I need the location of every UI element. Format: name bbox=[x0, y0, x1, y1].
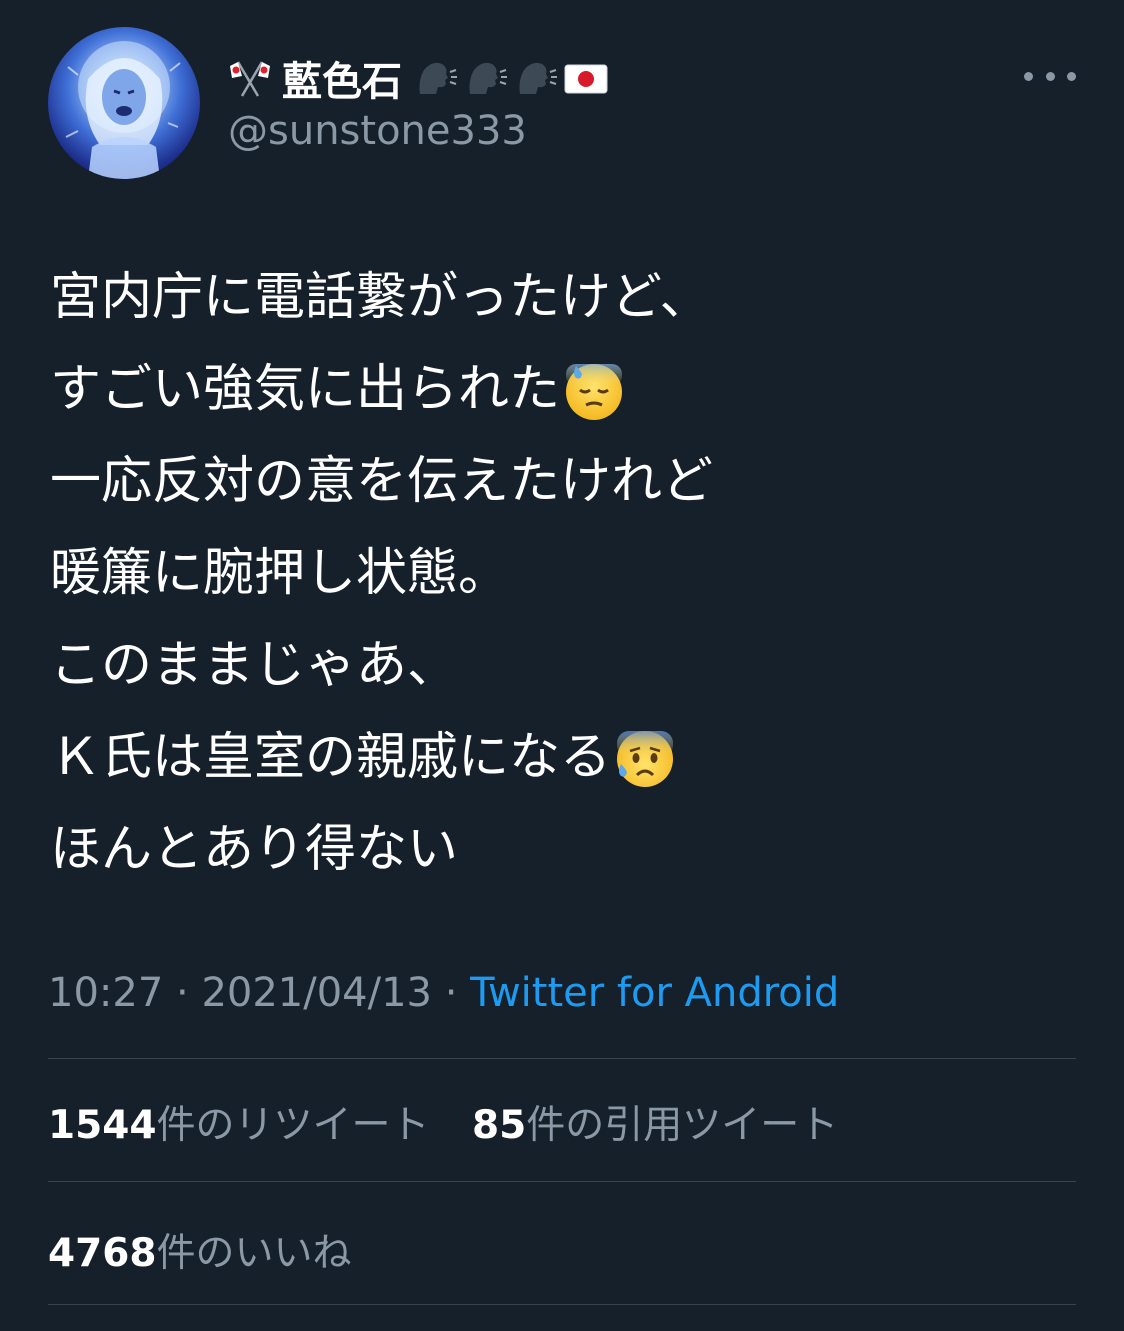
tweet-source-link[interactable]: Twitter for Android bbox=[470, 970, 839, 1016]
tweet-line: Ｋ氏は皇室の親戚になる bbox=[50, 712, 1080, 804]
divider bbox=[48, 1304, 1076, 1305]
anxious-sweat-face-icon bbox=[613, 726, 677, 790]
more-options-button[interactable] bbox=[1024, 58, 1076, 94]
likes-label: 件のいいね bbox=[156, 1231, 352, 1276]
retweets-stat[interactable]: 1544件のリツイート bbox=[48, 1103, 430, 1148]
tweet-line: 暖簾に腕押し状態。 bbox=[50, 544, 510, 603]
more-dot-icon bbox=[1024, 71, 1033, 81]
likes-stat[interactable]: 4768件のいいね bbox=[48, 1231, 352, 1276]
japan-flag-icon bbox=[564, 56, 608, 100]
lion-avatar-image bbox=[65, 41, 181, 179]
tweet-date[interactable]: 2021/04/13 bbox=[201, 970, 432, 1016]
crossed-flags-icon bbox=[228, 56, 272, 100]
tweet-line: すごい強気に出られた bbox=[50, 344, 1080, 436]
retweets-label: 件のリツイート bbox=[156, 1103, 430, 1148]
tweet-timestamp: 10:27 · 2021/04/13 · Twitter for Android bbox=[48, 970, 839, 1016]
author-handle[interactable]: @sunstone333 bbox=[228, 108, 527, 154]
retweets-count: 1544 bbox=[48, 1103, 157, 1148]
speaking-head-icon bbox=[514, 56, 558, 100]
meta-separator: · bbox=[444, 970, 458, 1016]
author-name-row[interactable]: 藍色石 bbox=[228, 50, 608, 106]
quotes-stat[interactable]: 85件の引用ツイート bbox=[472, 1103, 838, 1148]
tweet-detail: 藍色石 @sunstone333 宮内庁に電話繋がったけど、 すごい強気に出られ… bbox=[0, 0, 1124, 1331]
more-dot-icon bbox=[1045, 71, 1055, 81]
likes-stats-row: 4768件のいいね bbox=[48, 1222, 382, 1278]
quotes-label: 件の引用ツイート bbox=[526, 1103, 839, 1148]
speaking-head-icon bbox=[414, 56, 458, 100]
retweet-stats-row: 1544件のリツイート 85件の引用ツイート bbox=[48, 1094, 868, 1150]
downcast-sweat-face-icon bbox=[562, 358, 626, 422]
likes-count: 4768 bbox=[48, 1231, 157, 1276]
speaking-head-icon bbox=[464, 56, 508, 100]
avatar[interactable] bbox=[48, 27, 200, 179]
divider bbox=[48, 1181, 1076, 1182]
tweet-line: このままじゃあ、 bbox=[50, 636, 459, 695]
meta-separator: · bbox=[176, 970, 189, 1016]
tweet-line: ほんとあり得ない bbox=[50, 820, 459, 879]
tweet-line: 宮内庁に電話繋がったけど、 bbox=[50, 268, 711, 327]
more-dot-icon bbox=[1067, 71, 1076, 81]
tweet-text: 宮内庁に電話繋がったけど、 すごい強気に出られた 一応反対の意を伝えたけれど 暖… bbox=[50, 252, 1080, 896]
tweet-time[interactable]: 10:27 bbox=[48, 970, 163, 1016]
quotes-count: 85 bbox=[471, 1103, 527, 1148]
author-display-name: 藍色石 bbox=[282, 59, 402, 105]
tweet-line: 一応反対の意を伝えたけれど bbox=[50, 452, 714, 511]
divider bbox=[48, 1058, 1076, 1059]
